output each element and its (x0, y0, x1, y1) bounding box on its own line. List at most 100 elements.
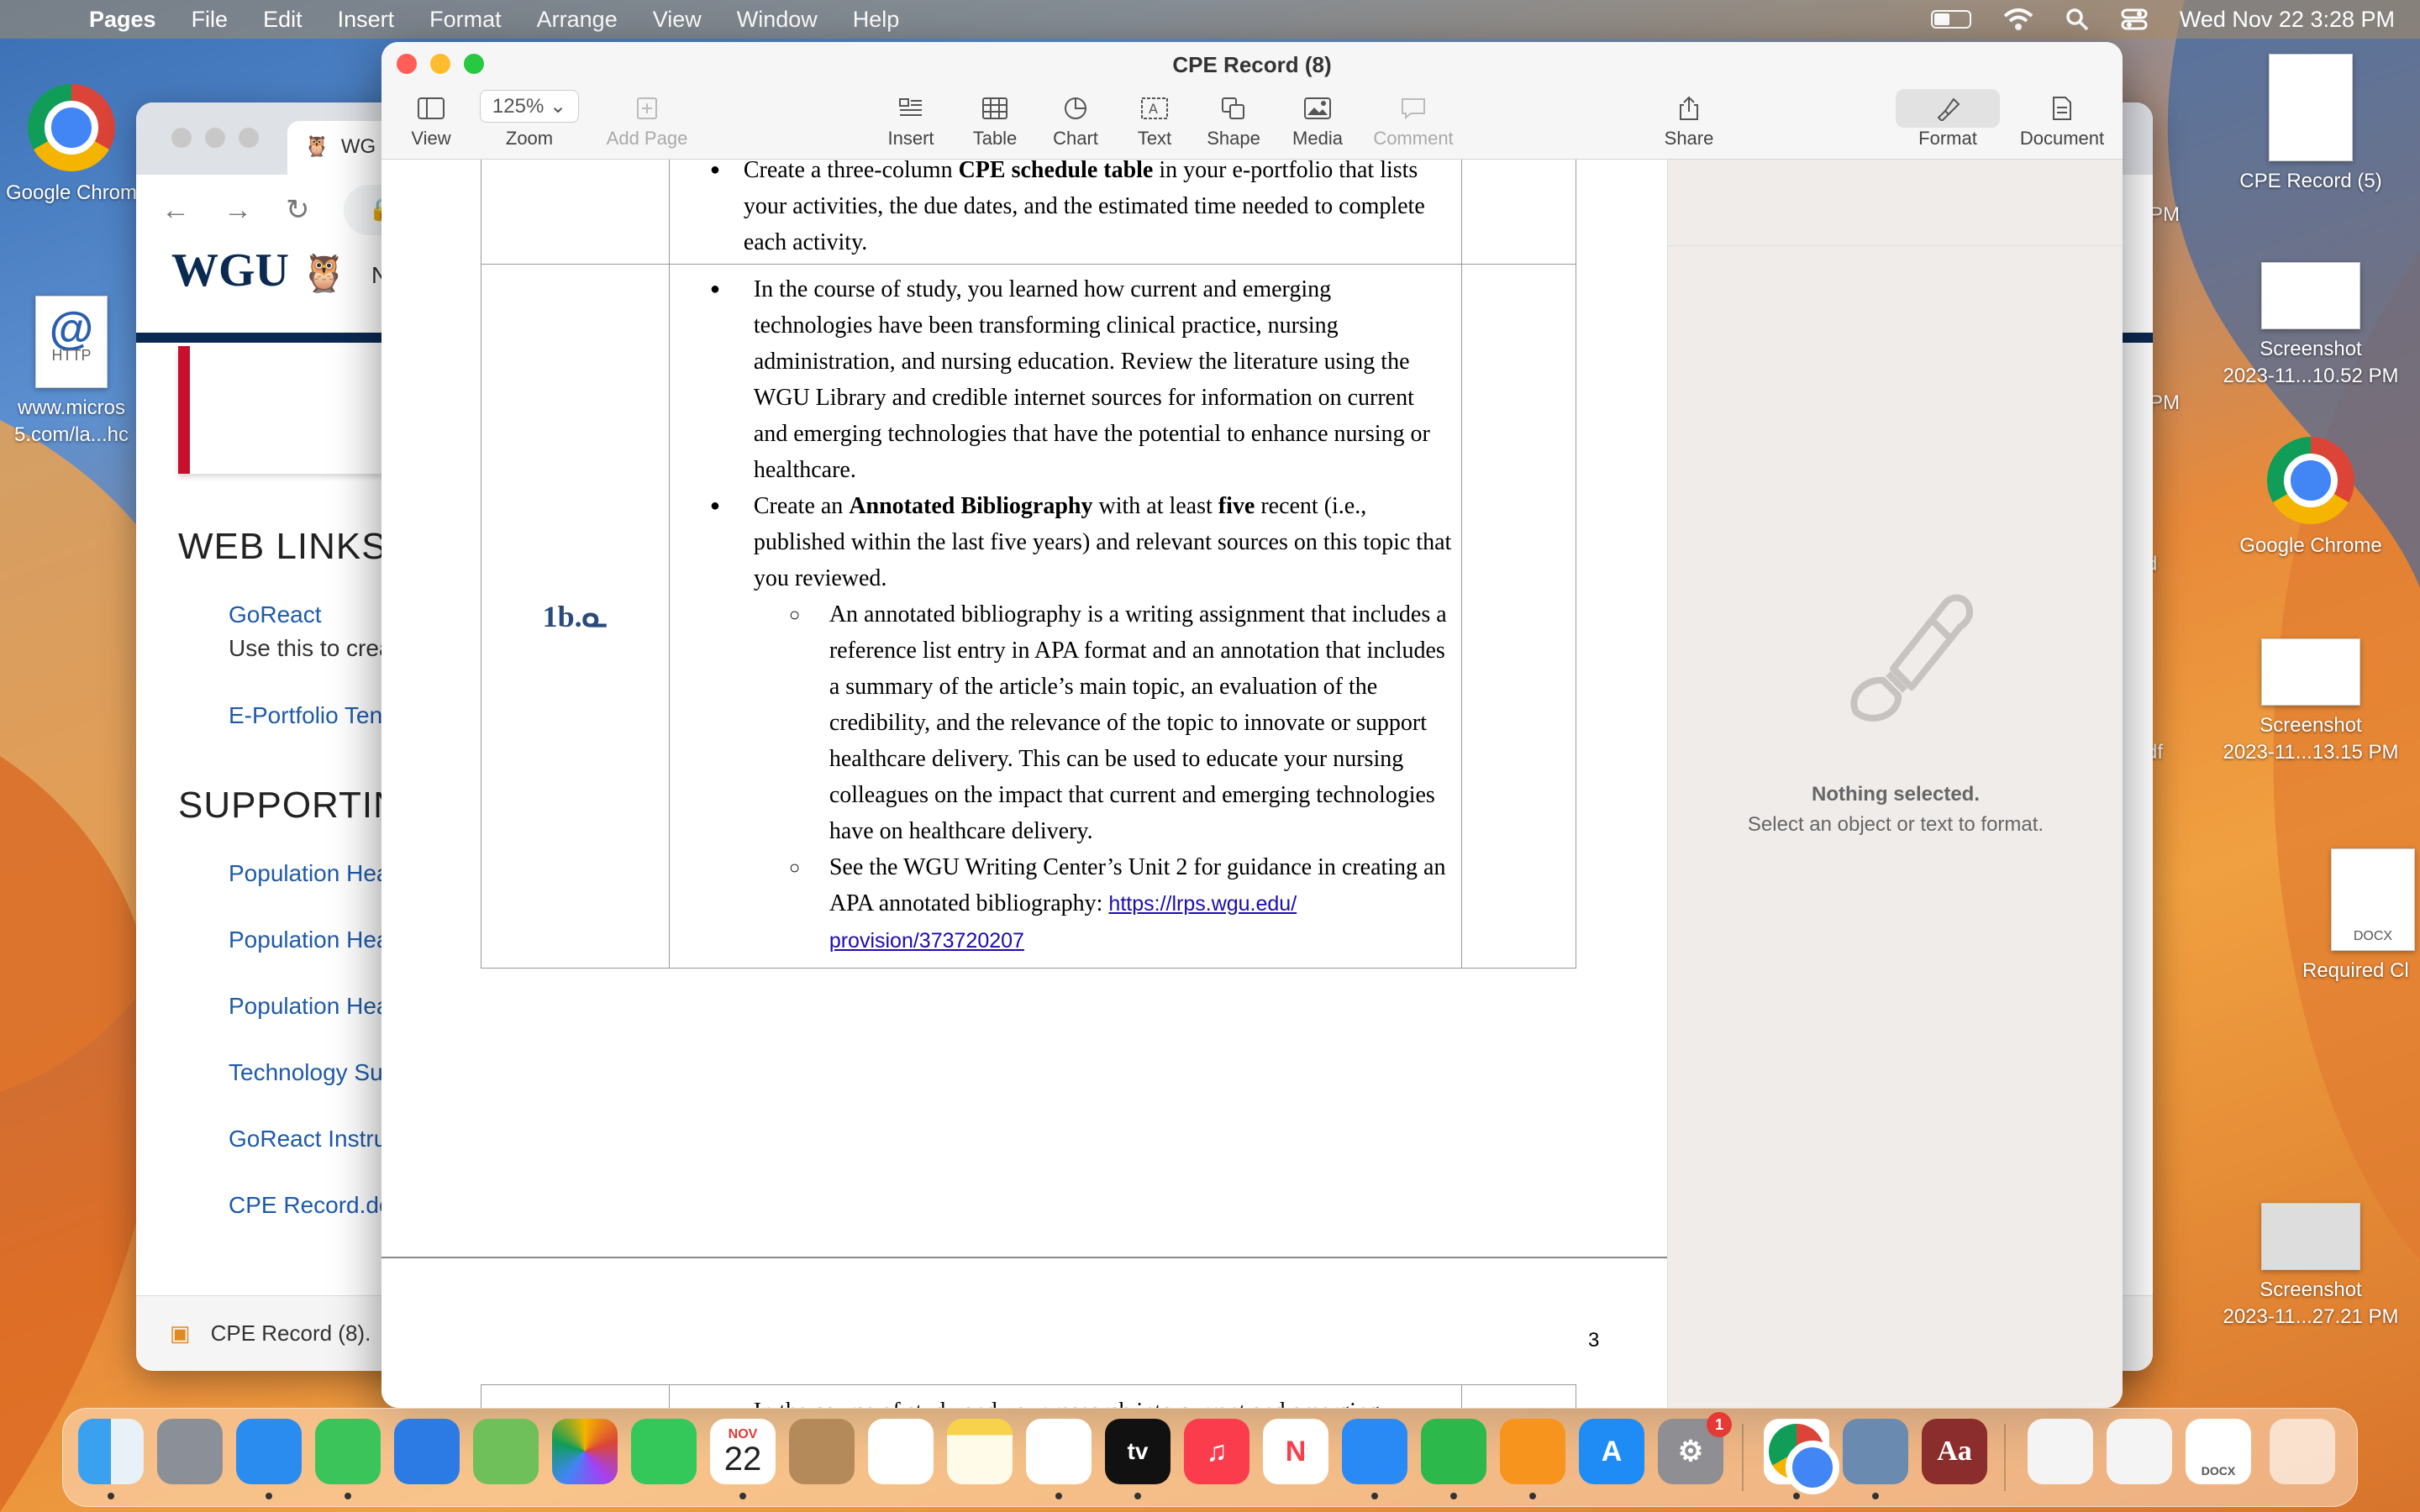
row-label-1b[interactable]: 1b.ᓇ (481, 264, 670, 969)
minimize-button[interactable] (205, 128, 225, 148)
chart-button[interactable]: Chart (1042, 89, 1109, 150)
keynote-icon[interactable] (1342, 1419, 1407, 1484)
cpe-table-next-page: In the course of study and your research… (481, 1384, 1576, 1408)
desktop-icon-http-link[interactable]: @ HTTP www.micros 5.com/la...hc (0, 296, 143, 449)
messages-icon[interactable] (315, 1419, 381, 1484)
control-center-icon[interactable] (2121, 8, 2148, 31)
pages-toolbar: CPE Record (8) View 125% ⌄ Zoom Add Page… (381, 42, 2123, 160)
forward-icon[interactable]: → (224, 194, 252, 227)
menu-help[interactable]: Help (853, 7, 900, 33)
zoom-button[interactable] (239, 128, 259, 148)
back-icon[interactable]: ← (161, 194, 190, 227)
docx-stack-icon[interactable]: DOCX (2186, 1419, 2251, 1484)
table-button[interactable]: Table (961, 89, 1028, 150)
writing-center-link[interactable]: provision/373720207 (829, 929, 1024, 953)
text-button[interactable]: A Text (1121, 89, 1188, 150)
support-link[interactable]: Population Hea (229, 927, 389, 953)
menu-view[interactable]: View (653, 7, 702, 33)
add-page-button[interactable]: Add Page (597, 89, 697, 150)
support-link[interactable]: CPE Record.do (229, 1192, 392, 1219)
menu-format[interactable]: Format (429, 7, 502, 33)
share-button[interactable]: Share (1655, 89, 1723, 150)
pages-icon[interactable] (1500, 1419, 1565, 1484)
support-link[interactable]: Population Hea (229, 860, 389, 887)
news-icon[interactable]: N (1263, 1419, 1328, 1484)
shape-button[interactable]: Shape (1198, 89, 1269, 150)
table-cell[interactable]: In the course of study, you learned how … (668, 264, 1463, 969)
view-button[interactable]: View (402, 89, 460, 150)
table-cell[interactable] (1461, 160, 1576, 265)
contacts-icon[interactable] (789, 1419, 855, 1484)
page-break (381, 1257, 1667, 1258)
chrome-icon (2267, 437, 2354, 524)
recent-document-icon[interactable] (2028, 1419, 2093, 1484)
trash-icon[interactable] (2270, 1419, 2335, 1484)
safari-icon[interactable] (236, 1419, 302, 1484)
table-cell[interactable]: Create a three-column CPE schedule table… (668, 160, 1463, 265)
calendar-icon[interactable]: NOV 22 (710, 1419, 776, 1484)
download-item[interactable]: CPE Record (8). (211, 1320, 371, 1347)
table-cell[interactable] (1461, 1384, 1576, 1408)
media-button[interactable]: Media (1282, 89, 1353, 150)
comment-button[interactable]: Comment (1371, 89, 1455, 150)
google-chrome-icon[interactable] (1764, 1419, 1829, 1484)
table-cell[interactable] (1461, 264, 1576, 969)
dictionary-icon[interactable]: Aa (1922, 1419, 1987, 1484)
table-cell[interactable]: In the course of study and your research… (668, 1384, 1463, 1408)
table-cell[interactable] (481, 160, 670, 265)
goreact-link[interactable]: GoReact (229, 601, 322, 628)
facetime-icon[interactable] (631, 1419, 697, 1484)
support-link[interactable]: GoReact Instru (229, 1126, 387, 1152)
system-settings-icon[interactable]: ⚙ 1 (1658, 1412, 1732, 1484)
recent-document-icon[interactable] (2107, 1419, 2172, 1484)
menu-clock[interactable]: Wed Nov 22 3:28 PM (2180, 7, 2395, 33)
document-canvas[interactable]: Create a three-column CPE schedule table… (381, 160, 1667, 1408)
preview-icon[interactable] (1843, 1419, 1908, 1484)
table-cell[interactable] (481, 1384, 670, 1408)
document-button[interactable]: Document (2012, 89, 2112, 150)
launchpad-icon[interactable] (157, 1419, 223, 1484)
close-button[interactable] (171, 128, 192, 148)
menu-arrange[interactable]: Arrange (537, 7, 618, 33)
numbers-icon[interactable] (1421, 1419, 1486, 1484)
reload-icon[interactable]: ↻ (286, 193, 310, 227)
reminders-icon[interactable] (868, 1419, 934, 1484)
desktop-icon-screenshot-3[interactable]: Screenshot 2023-11...27.21 PM (2202, 1203, 2420, 1331)
menu-file[interactable]: File (192, 7, 229, 33)
support-link[interactable]: Population Hea (229, 993, 389, 1020)
wifi-icon[interactable] (2003, 8, 2033, 31)
apple-tv-icon[interactable]: tv (1105, 1419, 1171, 1484)
battery-icon[interactable] (1930, 10, 1971, 29)
desktop-icon-required-docx[interactable]: DOCX Required Cl (2286, 848, 2420, 984)
desktop-icon-screenshot-2[interactable]: Screenshot 2023-11...13.15 PM (2202, 638, 2420, 766)
insert-button[interactable]: Insert (877, 89, 944, 150)
menu-insert[interactable]: Insert (338, 7, 395, 33)
notes-icon[interactable] (947, 1419, 1013, 1484)
desktop-icon-google-chrome-2[interactable]: Google Chrome (2218, 437, 2403, 559)
app-store-icon[interactable]: A (1579, 1419, 1644, 1484)
zoom-select[interactable]: 125% ⌄ (479, 89, 580, 123)
maps-icon[interactable] (473, 1419, 539, 1484)
eportfolio-link[interactable]: E-Portfolio Ten (229, 702, 382, 729)
zoom-control[interactable]: 125% ⌄ Zoom (479, 89, 580, 150)
list-item: Create an Annotated Bibliography with at… (670, 488, 1453, 596)
freeform-icon[interactable] (1026, 1419, 1092, 1484)
desktop-icon-screenshot-1[interactable]: Screenshot 2023-11...10.52 PM (2202, 262, 2420, 390)
menu-edit[interactable]: Edit (263, 7, 302, 33)
paintbrush-icon (1937, 97, 1960, 121)
writing-center-link[interactable]: https://lrps.wgu.edu/ (1108, 892, 1297, 916)
desktop-icon-google-chrome[interactable]: Google Chrom (0, 84, 143, 207)
music-icon[interactable]: ♫ (1184, 1419, 1249, 1484)
menu-window[interactable]: Window (737, 7, 818, 33)
format-button[interactable]: Format (1896, 89, 2000, 150)
shape-icon (1222, 97, 1244, 119)
mail-icon[interactable] (394, 1419, 460, 1484)
desktop-icon-cpe-record-5[interactable]: CPE Record (5) (2218, 54, 2403, 195)
support-link[interactable]: Technology Sur (229, 1059, 391, 1086)
photos-icon[interactable] (552, 1419, 618, 1484)
spotlight-search-icon[interactable] (2065, 8, 2089, 31)
menu-app-pages[interactable]: Pages (89, 7, 156, 33)
pages-window[interactable]: CPE Record (8) View 125% ⌄ Zoom Add Page… (381, 42, 2123, 1408)
finder-icon[interactable] (78, 1419, 144, 1484)
wgu-logo[interactable]: WGU 🦉 (171, 244, 347, 297)
